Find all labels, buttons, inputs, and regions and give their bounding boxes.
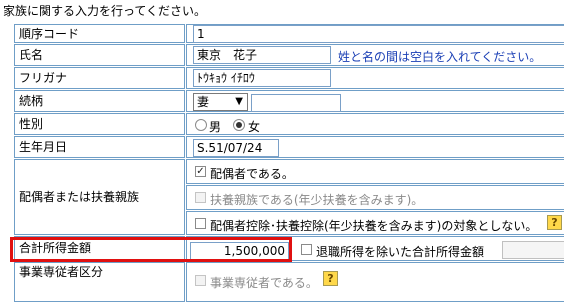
help-icon[interactable]: ? [323,271,338,286]
retire-amount-input[interactable] [502,241,564,259]
spouse-cell: ✓ 配偶者である。 [186,159,564,184]
income-highlight-box [10,237,292,262]
name-note: 姓と名の間は空白を入れてください。 [338,50,542,64]
relation-label: 続柄 [14,90,185,112]
name-cell: 東京 花子 姓と名の間は空白を入れてください。 [186,44,564,66]
dependent-checkbox[interactable] [195,192,206,203]
exclude-cell: 配偶者控除･扶養控除(年少扶養を含みます)の対象としない。 ? [186,211,564,235]
intro-text: 家族に関する入力を行ってください。 [3,4,207,18]
seq-code-cell: 1 [186,24,564,43]
exclude-checkbox[interactable] [195,218,206,229]
spouse-label: 配偶者または扶養親族 [14,159,185,235]
business-cell: 事業専従者である。 ? [186,262,564,302]
retire-checkbox[interactable] [301,244,312,255]
birthdate-label: 生年月日 [14,136,185,158]
business-checkbox[interactable] [195,275,206,286]
relation-select[interactable]: 妻 ▼ [193,93,248,111]
relation-selected: 妻 [197,95,210,109]
furigana-input[interactable]: ﾄｳｷｮｳ ｲﾁﾛｳ [193,69,331,87]
birthdate-cell: S.51/07/24 [186,136,564,158]
birthdate-input[interactable]: S.51/07/24 [193,139,279,157]
relation-cell: 妻 ▼ [186,90,564,112]
dependent-option-label: 扶養親族である(年少扶養を含みます)。 [210,193,424,207]
gender-female-radio[interactable] [233,119,245,131]
name-input[interactable]: 東京 花子 [193,46,331,64]
gender-male-radio[interactable] [195,119,207,131]
gender-female-label: 女 [248,120,261,134]
spouse-checkbox[interactable]: ✓ [195,166,206,177]
gender-cell: 男 女 [186,113,564,135]
seq-code-label: 順序コード [14,24,185,43]
seq-code-input[interactable]: 1 [193,25,564,43]
retire-option-label: 退職所得を除いた合計所得金額 [316,245,485,259]
name-label: 氏名 [14,44,185,66]
radio-selected-dot [236,122,242,128]
chevron-down-icon: ▼ [235,96,243,107]
gender-male-label: 男 [209,120,222,134]
exclude-option-label: 配偶者控除･扶養控除(年少扶養を含みます)の対象としない。 [210,219,538,233]
business-label-text: 事業専従者区分 [19,265,104,279]
relation-extra-input[interactable] [251,94,341,112]
spouse-option-label: 配偶者である。 [210,167,294,181]
furigana-cell: ﾄｳｷｮｳ ｲﾁﾛｳ [186,67,564,89]
business-option-label: 事業専従者である。 [210,276,318,290]
gender-label: 性別 [14,113,185,135]
furigana-label: フリガナ [14,67,185,89]
dependent-cell: 扶養親族である(年少扶養を含みます)。 [186,185,564,210]
business-label: 事業専従者区分 [14,262,185,302]
help-icon[interactable]: ? [547,215,562,230]
